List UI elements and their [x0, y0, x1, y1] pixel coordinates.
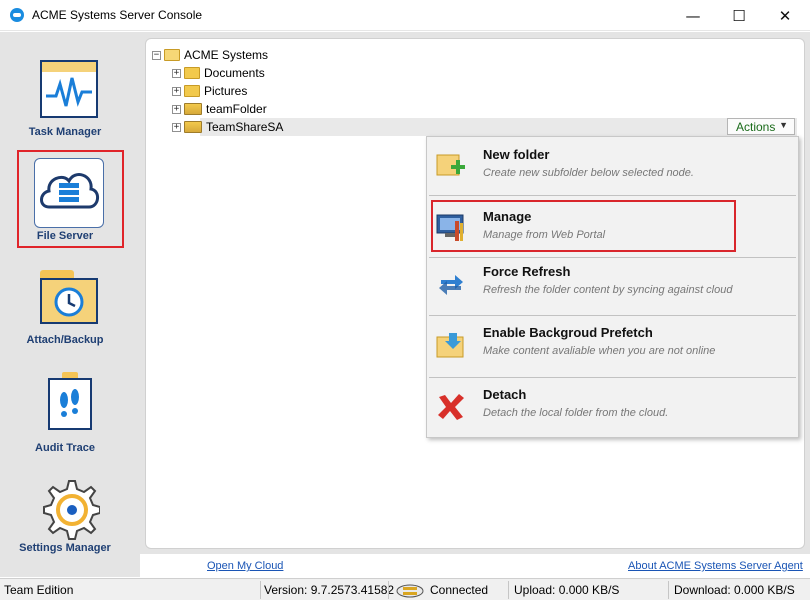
actions-dropdown-button[interactable]: Actions ▼ — [727, 118, 795, 135]
sidebar-item-attach-backup[interactable]: Attach/Backup — [0, 264, 130, 354]
edition-status: Team Edition — [4, 583, 74, 597]
new-folder-icon — [436, 154, 465, 176]
tree-node-label: Pictures — [204, 84, 248, 98]
actions-label: Actions — [736, 119, 776, 134]
settings-gear-icon — [38, 478, 101, 540]
open-folder-icon — [164, 49, 180, 61]
connection-status: Connected — [430, 583, 489, 597]
menu-item-detach[interactable]: Detach Detach the local folder from the … — [427, 383, 798, 443]
title-bar: ACME Systems Server Console — ☐ ✕ — [0, 0, 810, 31]
sidebar-item-audit-trace[interactable]: Audit Trace — [0, 370, 130, 460]
file-server-icon — [34, 158, 104, 228]
chevron-down-icon: ▼ — [779, 120, 788, 130]
status-bar: Team Edition Version: 9.7.2573.41582 Con… — [0, 578, 810, 600]
minimize-button[interactable]: — — [670, 0, 716, 31]
sidebar-label-settings-manager: Settings Manager — [19, 542, 111, 554]
open-my-cloud-link[interactable]: Open My Cloud — [207, 560, 283, 572]
manage-highlight-box — [431, 200, 736, 252]
audit-trace-icon — [48, 372, 92, 430]
shared-folder-icon — [184, 103, 202, 115]
sidebar-item-file-server[interactable]: File Server — [0, 150, 130, 248]
expand-toggle[interactable]: + — [172, 104, 181, 114]
sidebar-item-settings-manager[interactable]: Settings Manager — [0, 472, 130, 562]
status-divider — [668, 581, 669, 599]
attach-backup-icon — [40, 270, 98, 324]
tree-node-label: TeamShareSA — [206, 120, 284, 134]
menu-item-title: New folder — [483, 147, 550, 162]
download-status: Download: 0.000 KB/S — [674, 583, 795, 597]
menu-item-enable-prefetch[interactable]: Enable Backgroud Prefetch Make content a… — [427, 321, 798, 381]
expand-toggle[interactable]: + — [172, 68, 181, 78]
sidebar: Task Manager File Server Attach/Backup A… — [0, 32, 140, 577]
expand-toggle[interactable]: + — [172, 86, 181, 96]
menu-separator — [429, 315, 796, 316]
tree-node-root[interactable]: − ACME Systems — [152, 46, 268, 64]
prefetch-icon — [436, 333, 464, 358]
tree-node-pictures[interactable]: + Pictures — [172, 82, 247, 100]
menu-item-title: Detach — [483, 387, 527, 402]
folder-icon — [184, 85, 200, 97]
window-title: ACME Systems Server Console — [32, 8, 203, 22]
sidebar-label-attach-backup: Attach/Backup — [26, 334, 104, 346]
tree-node-teamfolder[interactable]: + teamFolder — [172, 100, 267, 118]
status-divider — [388, 581, 389, 599]
menu-item-title: Force Refresh — [483, 264, 571, 279]
collapse-toggle[interactable]: − — [152, 50, 161, 60]
version-status: Version: 9.7.2573.41582 — [264, 583, 395, 597]
tree-node-label: ACME Systems — [184, 48, 269, 62]
menu-separator — [429, 377, 796, 378]
refresh-icon — [439, 275, 463, 295]
about-agent-link[interactable]: About ACME Systems Server Agent — [628, 560, 803, 572]
menu-item-description: Make content avaliable when you are not … — [483, 345, 716, 357]
tree-selected-row-highlight — [200, 118, 797, 136]
tree-node-documents[interactable]: + Documents — [172, 64, 265, 82]
shared-folder-icon — [184, 121, 202, 133]
detach-x-icon — [438, 394, 464, 420]
menu-item-description: Refresh the folder content by syncing ag… — [483, 284, 733, 296]
sidebar-label-file-server: File Server — [36, 230, 94, 242]
tree-node-label: Documents — [204, 66, 265, 80]
close-button[interactable]: ✕ — [762, 0, 808, 31]
sidebar-label-audit-trace: Audit Trace — [35, 442, 95, 454]
app-cloud-icon — [10, 8, 24, 22]
maximize-button[interactable]: ☐ — [716, 0, 762, 31]
expand-toggle[interactable]: + — [172, 122, 181, 132]
menu-item-description: Detach the local folder from the cloud. — [483, 407, 669, 419]
status-divider — [508, 581, 509, 599]
footer-links-bar: Open My Cloud About ACME Systems Server … — [140, 554, 810, 577]
sidebar-label-task-manager: Task Manager — [28, 126, 102, 138]
menu-separator — [429, 195, 796, 196]
status-divider — [260, 581, 261, 599]
tree-node-teamsharesa[interactable]: + TeamShareSA — [172, 118, 283, 136]
actions-menu: New folder Create new subfolder below se… — [426, 136, 799, 438]
menu-item-new-folder[interactable]: New folder Create new subfolder below se… — [427, 139, 798, 199]
sidebar-item-task-manager[interactable]: Task Manager — [0, 32, 130, 142]
menu-item-force-refresh[interactable]: Force Refresh Refresh the folder content… — [427, 260, 798, 320]
upload-status: Upload: 0.000 KB/S — [514, 583, 620, 597]
tree-node-label: teamFolder — [206, 102, 267, 116]
folder-icon — [184, 67, 200, 79]
menu-separator — [429, 257, 796, 258]
task-manager-icon — [40, 60, 98, 118]
menu-item-description: Create new subfolder below selected node… — [483, 167, 694, 179]
connected-cloud-icon — [396, 584, 424, 598]
menu-item-title: Enable Backgroud Prefetch — [483, 325, 653, 340]
